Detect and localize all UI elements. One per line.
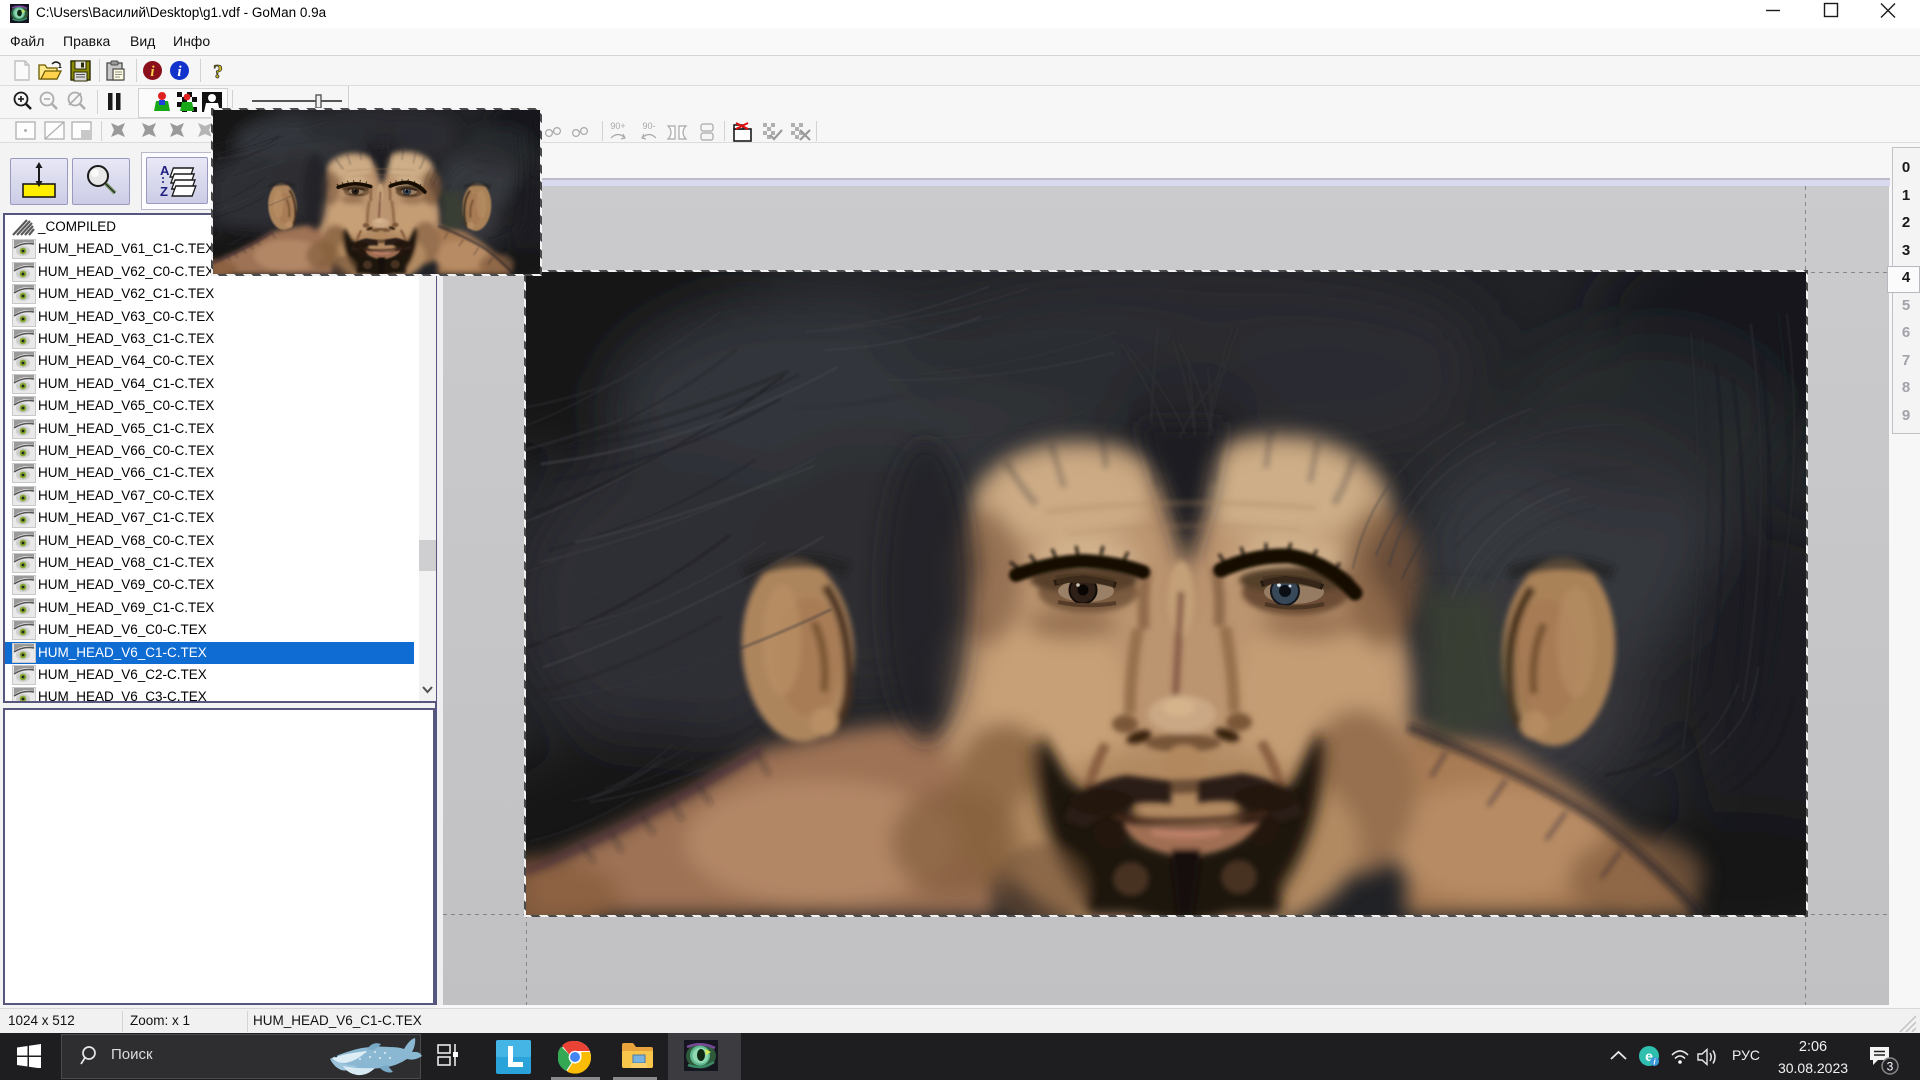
svg-text:3: 3 xyxy=(1887,1060,1894,1074)
svg-text:?: ? xyxy=(213,61,223,82)
svg-text:A: A xyxy=(160,163,170,178)
svg-text:Z: Z xyxy=(160,184,168,199)
svg-text:90-: 90- xyxy=(642,121,655,131)
svg-text:90+: 90+ xyxy=(610,121,625,131)
